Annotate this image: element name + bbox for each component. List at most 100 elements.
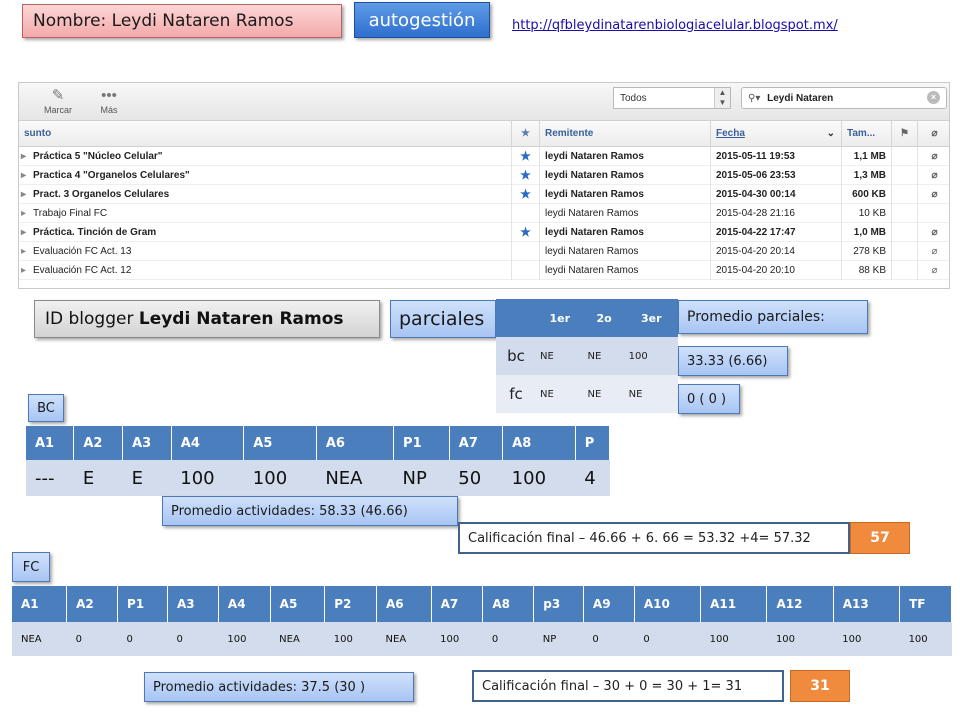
fc-value-cell: 100 [766,622,834,656]
parciales-header-cell: 3er [624,299,678,337]
parciales-cell: NE [624,375,678,413]
star-empty-cell[interactable] [512,242,540,261]
parciales-cell: NE [583,375,625,413]
student-name-label: Nombre: Leydi Nataren Ramos [33,11,294,31]
paperclip-icon: ⌀ [931,246,938,257]
flag-cell[interactable] [892,204,918,223]
bc-value-cell: 50 [449,460,503,496]
parciales-header-cell: 1er [536,299,584,337]
subject-column-label: sunto [24,128,52,139]
star-icon[interactable]: ★ [512,147,540,166]
mark-label: Marcar [43,105,72,115]
bc-promedio-text: Promedio actividades: 58.33 (46.66) [171,503,408,519]
folder-select[interactable]: Todos ▲ ▼ [613,87,731,109]
mail-row[interactable]: ▸ Pract. 3 Organelos Celulares ★ leydi Nata… [19,185,949,204]
mail-row[interactable]: ▸ Práctica 5 "Núcleo Celular" ★ leydi Natar… [19,147,949,166]
sender-column-header[interactable]: Remitente [540,121,711,147]
fc-header-cell: A12 [766,586,834,622]
star-icon[interactable]: ★ [512,166,540,185]
fc-header-cell: A7 [431,586,484,622]
paperclip-icon: ⌀ [931,151,938,162]
search-input[interactable]: ⚲▾ Leydi Nataren × [741,87,947,109]
bc-values-row: --- E E 100 100 NEA NP 50 100 4 [26,460,610,496]
bc-header-cell: A5 [243,426,317,460]
star-icon[interactable]: ★ [512,223,540,242]
subject-column-header[interactable]: sunto [19,121,512,147]
mail-sender: leydi Nataren Ramos [540,185,711,204]
flag-cell[interactable] [892,166,918,185]
bc-header-cell: A8 [502,426,576,460]
mail-size: 600 KB [842,185,892,204]
parciales-header-row: 1er 2o 3er [496,299,678,337]
mail-row[interactable]: ▸ Práctica. Tinción de Gram ★ leydi Nataren… [19,223,949,242]
mail-row[interactable]: ▸ Trabajo Final FC leydi Nataren Ramos 2015… [19,204,949,223]
fc-value-cell: NEA [12,622,67,656]
bc-value-cell: --- [26,460,74,496]
mail-size: 88 KB [842,261,892,280]
bc-value-cell: E [122,460,172,496]
star-column-header[interactable]: ★ [512,121,540,147]
fc-activities-table: A1 A2 P1 A3 A4 A5 P2 A6 A7 A8 p3 A9 A10 A11 A12 A13 TF N… [12,586,952,656]
autogestion-label: autogestión [368,9,476,31]
fc-value-cell: NEA [376,622,432,656]
mail-subject: Pract. 3 Organelos Celulares [19,185,512,204]
more-button[interactable]: ••• Más [95,87,123,115]
blog-link[interactable]: http://qfbleydinatarenbiologiacelular.bl… [512,18,838,33]
email-client: ✎ Marcar ••• Más Todos ▲ ▼ ⚲▾ Leydi Natar… [18,82,950,289]
attachment-column-header[interactable]: ⌀ [918,121,949,147]
mail-row[interactable]: ▸ Evaluación FC Act. 12 leydi Nataren Ramo… [19,261,949,280]
fc-header-cell: A3 [167,586,219,622]
flag-cell[interactable] [892,261,918,280]
size-column-label: Tam... [847,128,876,139]
parciales-cell: 100 [624,337,678,375]
flag-cell[interactable] [892,147,918,166]
parciales-cell: NE [536,337,584,375]
mail-row[interactable]: ▸ Evaluación FC Act. 13 leydi Nataren Ramo… [19,242,949,261]
mail-date: 2015-05-11 19:53 [711,147,842,166]
student-name-box: Nombre: Leydi Nataren Ramos [22,4,342,38]
fc-header-cell: A8 [482,586,535,622]
parciales-label: parciales [399,308,485,330]
fc-header-cell: A4 [218,586,271,622]
mark-button[interactable]: ✎ Marcar [41,87,75,115]
date-column-label: Fecha [716,128,745,139]
mail-subject: Evaluación FC Act. 12 [19,261,512,280]
star-icon[interactable]: ★ [512,185,540,204]
blogger-id-box: ID blogger Leydi Nataren Ramos [34,300,380,338]
bc-header-cell: P1 [393,426,450,460]
size-column-header[interactable]: Tam... [842,121,892,147]
mail-sender: leydi Nataren Ramos [540,261,711,280]
bc-header-cell: A1 [26,426,75,460]
fc-value-cell: 0 [167,622,219,656]
date-column-header[interactable]: Fecha ⌄ [711,121,842,147]
mail-row[interactable]: ▸ Practica 4 "Organelos Celulares" ★ leydi … [19,166,949,185]
fc-header-cell: A13 [833,586,901,622]
blogger-id-name: Leydi Nataren Ramos [138,309,344,329]
search-value: Leydi Nataren [767,93,834,104]
flag-column-header[interactable]: ⚑ [892,121,918,147]
paperclip-header-icon: ⌀ [931,128,938,139]
fc-value-cell: 0 [482,622,534,656]
promedio-fc-box: 0 ( 0 ) [678,384,740,414]
promedio-parciales-label: Promedio parciales: [687,309,825,325]
fc-calificacion-box: Calificación final – 30 + 0 = 30 + 1= 31 [472,670,784,702]
flag-icon: ⚑ [900,128,909,139]
bc-value-cell: E [73,460,123,496]
sort-down-icon: ⌄ [826,128,835,139]
parciales-row-label: bc [496,337,536,375]
flag-cell[interactable] [892,242,918,261]
mail-date: 2015-04-30 00:14 [711,185,842,204]
star-empty-cell[interactable] [512,261,540,280]
more-label: Más [100,105,118,115]
fc-header-cell: A9 [583,586,635,622]
mail-date: 2015-04-20 20:10 [711,261,842,280]
mail-subject: Evaluación FC Act. 13 [19,242,512,261]
bc-value-cell: 4 [575,460,610,496]
clear-search-icon[interactable]: × [927,91,940,104]
flag-cell[interactable] [892,185,918,204]
paperclip-icon: ⌀ [931,265,938,276]
mail-sender: leydi Nataren Ramos [540,223,711,242]
fc-values-row: NEA 0 0 0 100 NEA 100 NEA 100 0 NP 0 0 100 100 100 100 [12,622,952,656]
star-empty-cell[interactable] [512,204,540,223]
flag-cell[interactable] [892,223,918,242]
